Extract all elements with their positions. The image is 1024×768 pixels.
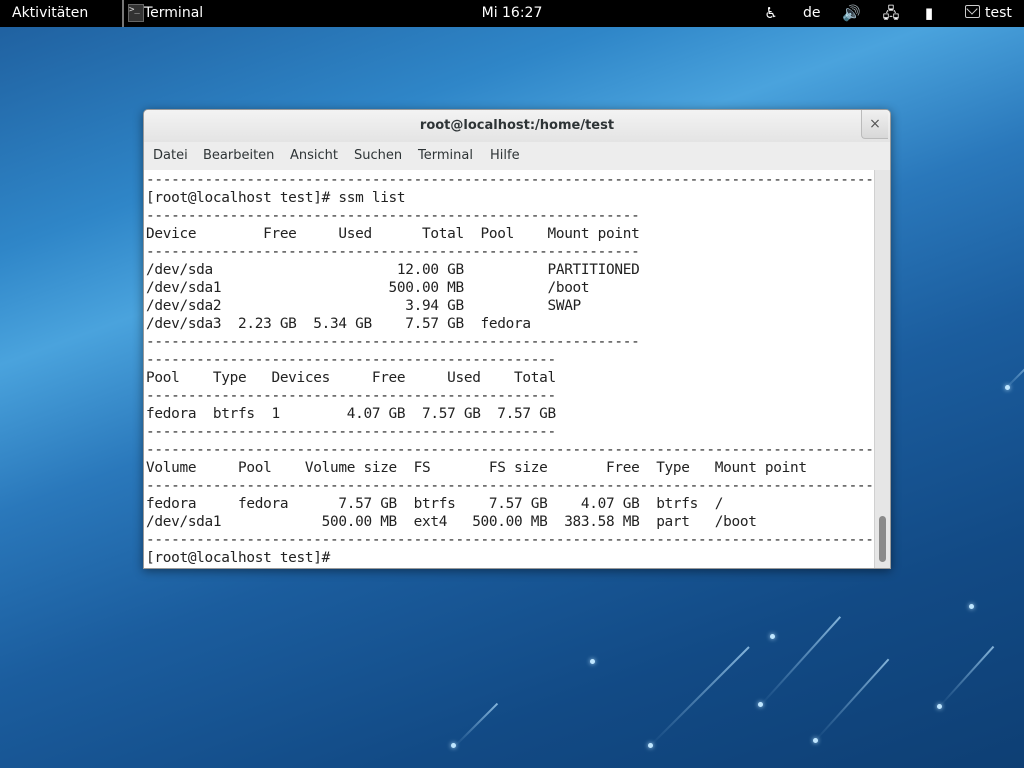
volume-icon[interactable]: 🔊 bbox=[842, 4, 861, 22]
mail-icon bbox=[965, 5, 980, 18]
light-streak bbox=[454, 702, 499, 747]
terminal-line: ----------------------------------------… bbox=[146, 334, 640, 350]
terminal-line: [root@localhost test]# ssm list bbox=[146, 190, 406, 206]
terminal-line: ----------------------------------------… bbox=[146, 442, 874, 458]
terminal-line: ----------------------------------------… bbox=[146, 478, 874, 494]
terminal-line: ----------------------------------------… bbox=[146, 352, 556, 368]
terminal-line: fedora btrfs 1 4.07 GB 7.57 GB 7.57 GB bbox=[146, 406, 556, 422]
light-streak bbox=[759, 616, 842, 707]
network-icon[interactable]: 🖧 bbox=[882, 4, 900, 22]
terminal-line: ----------------------------------------… bbox=[146, 244, 640, 260]
menu-suchen[interactable]: Suchen bbox=[354, 142, 402, 170]
activities-button[interactable]: Aktivitäten bbox=[12, 0, 88, 27]
terminal-line: /dev/sda1 500.00 MB ext4 500.00 MB 383.5… bbox=[146, 514, 757, 530]
terminal-output[interactable]: ----------------------------------------… bbox=[144, 170, 874, 568]
close-button[interactable]: × bbox=[861, 110, 888, 139]
scrollbar[interactable] bbox=[874, 170, 890, 568]
terminal-line: Pool Type Devices Free Used Total bbox=[146, 370, 556, 386]
scrollbar-thumb[interactable] bbox=[879, 516, 886, 562]
terminal-line: ----------------------------------------… bbox=[146, 172, 874, 188]
user-name: test bbox=[985, 5, 1012, 21]
top-bar: Aktivitäten >_ Terminal Mi 16:27 ♿ de 🔊 … bbox=[0, 0, 1024, 27]
menu-hilfe[interactable]: Hilfe bbox=[490, 142, 520, 170]
terminal-line: /dev/sda1 500.00 MB /boot bbox=[146, 280, 590, 296]
terminal-line: ----------------------------------------… bbox=[146, 424, 556, 440]
terminal-line: ----------------------------------------… bbox=[146, 388, 556, 404]
light-dot bbox=[770, 634, 775, 639]
menu-terminal[interactable]: Terminal bbox=[418, 142, 473, 170]
app-menu-label: Terminal bbox=[144, 5, 204, 21]
terminal-line: ----------------------------------------… bbox=[146, 208, 640, 224]
terminal-line: Volume Pool Volume size FS FS size Free … bbox=[146, 460, 807, 476]
terminal-window: root@localhost:/home/test × Datei Bearbe… bbox=[143, 109, 891, 569]
terminal-text: ----------------------------------------… bbox=[146, 171, 874, 567]
window-title: root@localhost:/home/test bbox=[419, 118, 615, 133]
terminal-line: /dev/sda3 2.23 GB 5.34 GB 7.57 GB fedora bbox=[146, 316, 531, 332]
terminal-line: /dev/sda 12.00 GB PARTITIONED bbox=[146, 262, 640, 278]
battery-icon[interactable]: ▮ bbox=[920, 4, 938, 22]
terminal-line: [root@localhost test]# bbox=[146, 550, 339, 566]
terminal-line: Device Free Used Total Pool Mount point bbox=[146, 226, 640, 242]
light-dot bbox=[451, 743, 456, 748]
close-icon: × bbox=[869, 116, 881, 132]
light-dot bbox=[813, 738, 818, 743]
terminal-icon: >_ bbox=[128, 4, 144, 22]
app-menu-button[interactable]: >_ Terminal bbox=[122, 0, 203, 27]
light-dot bbox=[1005, 385, 1010, 390]
menu-bar: Datei Bearbeiten Ansicht Suchen Terminal… bbox=[144, 142, 890, 170]
light-streak bbox=[649, 646, 750, 747]
light-streak bbox=[939, 645, 995, 707]
accessibility-icon[interactable]: ♿ bbox=[762, 4, 780, 22]
light-dot bbox=[590, 659, 595, 664]
light-dot bbox=[648, 743, 653, 748]
terminal-line: fedora fedora 7.57 GB btrfs 7.57 GB 4.07… bbox=[146, 496, 724, 512]
light-streak bbox=[814, 658, 890, 742]
terminal-line: /dev/sda2 3.94 GB SWAP bbox=[146, 298, 581, 314]
menu-bearbeiten[interactable]: Bearbeiten bbox=[203, 142, 274, 170]
menu-ansicht[interactable]: Ansicht bbox=[290, 142, 338, 170]
menu-datei[interactable]: Datei bbox=[153, 142, 188, 170]
clock[interactable]: Mi 16:27 bbox=[482, 5, 543, 21]
user-menu[interactable]: test bbox=[965, 0, 1012, 27]
light-dot bbox=[969, 604, 974, 609]
keyboard-layout-indicator[interactable]: de bbox=[803, 0, 821, 27]
light-dot bbox=[758, 702, 763, 707]
window-titlebar[interactable]: root@localhost:/home/test × bbox=[144, 110, 890, 142]
terminal-line: ----------------------------------------… bbox=[146, 532, 874, 548]
light-dot bbox=[937, 704, 942, 709]
